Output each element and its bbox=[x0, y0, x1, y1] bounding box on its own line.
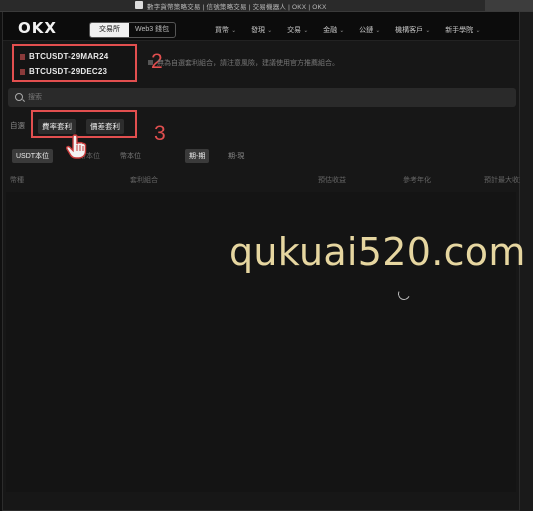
browser-title-bar: 數字貨幣策略交易 | 信號策略交易 | 交易機器人 | OKX | OKX bbox=[0, 0, 533, 12]
filter-chip-futures-spot[interactable]: 期-現 bbox=[224, 149, 248, 163]
tab-spread-arbitrage[interactable]: 價差套利 bbox=[86, 119, 124, 134]
browser-tab-title: 數字貨幣策略交易 | 信號策略交易 | 交易機器人 | OKX | OKX bbox=[147, 4, 327, 11]
risk-hint: 無為自選套利組合，請注意風險，建議使用官方推薦組合。 bbox=[148, 58, 339, 68]
main-menu: 買幣 ⌄ 發現 ⌄ 交易 ⌄ 金融 ⌄ 公鏈 ⌄ 機構客戶 ⌄ 新手學院 ⌄ bbox=[215, 25, 495, 35]
tab-funding-rate-arbitrage[interactable]: 費率套利 bbox=[38, 119, 76, 134]
mode-tab-exchange[interactable]: 交易所 bbox=[90, 23, 129, 37]
menu-item-chain[interactable]: 公鏈 ⌄ bbox=[359, 25, 380, 35]
pair-option-1[interactable]: BTCUSDT-29MAR24 bbox=[20, 52, 108, 61]
menu-item-academy[interactable]: 新手學院 ⌄ bbox=[445, 25, 480, 35]
chevron-down-icon: ⌄ bbox=[231, 28, 237, 34]
search-bar[interactable] bbox=[8, 88, 516, 107]
search-icon bbox=[15, 93, 23, 101]
filter-chip-futures-futures[interactable]: 期-期 bbox=[185, 149, 210, 163]
mode-tab-web3[interactable]: Web3 錢包 bbox=[129, 23, 175, 37]
futures-marker-icon bbox=[20, 68, 25, 75]
pair-dropdown[interactable]: BTCUSDT-29MAR24 BTCUSDT-29DEC23 bbox=[12, 44, 137, 82]
hand-cursor-icon bbox=[65, 134, 87, 159]
site-favicon-icon bbox=[135, 1, 143, 9]
filter-chip-usdt[interactable]: USDT本位 bbox=[12, 149, 54, 163]
menu-item-finance[interactable]: 金融 ⌄ bbox=[323, 25, 344, 35]
chevron-down-icon: ⌄ bbox=[425, 28, 431, 34]
info-icon bbox=[148, 60, 153, 65]
filter-chip-coin-b[interactable]: 幣本位 bbox=[116, 149, 145, 163]
pair-label: BTCUSDT-29DEC23 bbox=[29, 67, 108, 76]
step-annotation-3: 3 bbox=[154, 122, 166, 145]
chevron-down-icon: ⌄ bbox=[475, 28, 481, 34]
menu-item-discover[interactable]: 發現 ⌄ bbox=[251, 25, 272, 35]
top-navigation: OKX 交易所 Web3 錢包 買幣 ⌄ 發現 ⌄ 交易 ⌄ 金融 ⌄ 公鏈 ⌄ 機構客戶… bbox=[3, 12, 519, 41]
menu-item-buy[interactable]: 買幣 ⌄ bbox=[215, 25, 236, 35]
table-header: 幣種 套利組合 預估收益 參考年化 預計最大收益 bbox=[10, 175, 526, 187]
column-header-combo[interactable]: 套利組合 bbox=[130, 175, 158, 185]
search-input[interactable] bbox=[28, 90, 328, 104]
mode-switch: 交易所 Web3 錢包 bbox=[89, 22, 177, 38]
futures-marker-icon bbox=[20, 53, 25, 60]
chevron-down-icon: ⌄ bbox=[375, 28, 381, 34]
menu-item-trade[interactable]: 交易 ⌄ bbox=[287, 25, 308, 35]
chevron-down-icon: ⌄ bbox=[339, 28, 345, 34]
watermark-text: qukuai520.com bbox=[229, 230, 526, 274]
column-header-est-profit[interactable]: 預估收益 bbox=[318, 175, 346, 185]
risk-hint-text: 無為自選套利組合，請注意風險，建議使用官方推薦組合。 bbox=[157, 60, 339, 67]
window-controls[interactable] bbox=[485, 0, 533, 11]
pair-option-2[interactable]: BTCUSDT-29DEC23 bbox=[20, 67, 107, 76]
chevron-down-icon: ⌄ bbox=[267, 28, 273, 34]
menu-item-institutional[interactable]: 機構客戶 ⌄ bbox=[395, 25, 430, 35]
column-header-apr[interactable]: 參考年化 bbox=[403, 175, 431, 185]
pair-label: BTCUSDT-29MAR24 bbox=[29, 52, 109, 61]
chevron-down-icon: ⌄ bbox=[303, 28, 309, 34]
okx-logo[interactable]: OKX bbox=[18, 21, 57, 36]
column-header-coin[interactable]: 幣種 bbox=[10, 175, 24, 185]
custom-tab-label[interactable]: 自選 bbox=[10, 120, 25, 131]
